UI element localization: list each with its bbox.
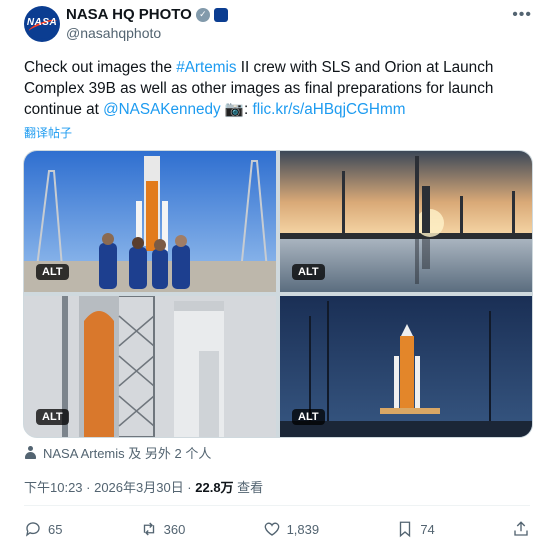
- translate-post-link[interactable]: 翻译帖子: [24, 124, 72, 141]
- media-image-rocket-closeup[interactable]: ALT: [24, 296, 276, 437]
- like-button[interactable]: 1,839: [263, 520, 320, 538]
- divider: [24, 505, 530, 506]
- tagged-users[interactable]: NASA Artemis 及 另外 2 个人: [24, 443, 211, 462]
- share-button[interactable]: [512, 520, 530, 538]
- verified-badge-icon: ✓: [195, 7, 210, 22]
- repost-count: 360: [163, 521, 186, 537]
- repost-icon: [143, 522, 154, 536]
- like-count: 1,839: [286, 521, 320, 537]
- action-bar: 65 360 1,839 74: [24, 520, 530, 538]
- media-image-night-pad[interactable]: ALT: [280, 296, 532, 437]
- avatar[interactable]: NASA: [24, 6, 60, 42]
- media-image-crew[interactable]: ALT: [24, 151, 276, 292]
- author-name-row: NASA HQ PHOTO ✓: [66, 6, 228, 23]
- affiliation-badge-icon[interactable]: [213, 7, 228, 22]
- media-image-sunset[interactable]: ALT: [280, 151, 532, 292]
- alt-badge[interactable]: ALT: [292, 409, 325, 425]
- view-count: 22.8万: [195, 480, 234, 495]
- bookmark-icon: [400, 521, 411, 538]
- tagged-text[interactable]: NASA Artemis 及 另外 2 个人: [43, 443, 211, 462]
- alt-badge[interactable]: ALT: [292, 264, 325, 280]
- alt-badge[interactable]: ALT: [36, 264, 69, 280]
- media-grid: ALT ALT ALT ALT: [23, 150, 533, 438]
- post-meta: 下午10:23 · 2026年3月30日 · 22.8万 查看: [24, 477, 263, 496]
- mention-link[interactable]: @NASAKennedy: [103, 101, 221, 118]
- bookmark-button[interactable]: 74: [396, 520, 435, 538]
- repost-button[interactable]: 360: [140, 520, 186, 538]
- timestamp[interactable]: 下午10:23 · 2026年3月30日 ·: [24, 480, 195, 495]
- camera-icon: 📷: [224, 101, 244, 118]
- more-options-icon[interactable]: •••: [512, 6, 532, 24]
- tweet-text-part: Check out images the: [24, 59, 177, 76]
- author-handle[interactable]: @nasahqphoto: [66, 25, 161, 41]
- bookmark-count: 74: [420, 521, 435, 537]
- alt-badge[interactable]: ALT: [36, 409, 69, 425]
- views-label: 查看: [233, 480, 264, 495]
- hashtag-link[interactable]: #Artemis: [176, 59, 236, 76]
- logo-text: NASA: [26, 17, 58, 28]
- tweet-text: Check out images the #Artemis II crew wi…: [24, 57, 524, 120]
- heart-icon: [264, 522, 279, 536]
- share-icon: [514, 521, 528, 536]
- display-name[interactable]: NASA HQ PHOTO: [66, 6, 192, 23]
- url-link[interactable]: flic.kr/s/aHBqjCGHmm: [252, 101, 405, 118]
- reply-button[interactable]: 65: [24, 520, 62, 538]
- reply-icon: [25, 522, 40, 537]
- reply-count: 65: [48, 521, 63, 537]
- person-icon: [24, 446, 37, 459]
